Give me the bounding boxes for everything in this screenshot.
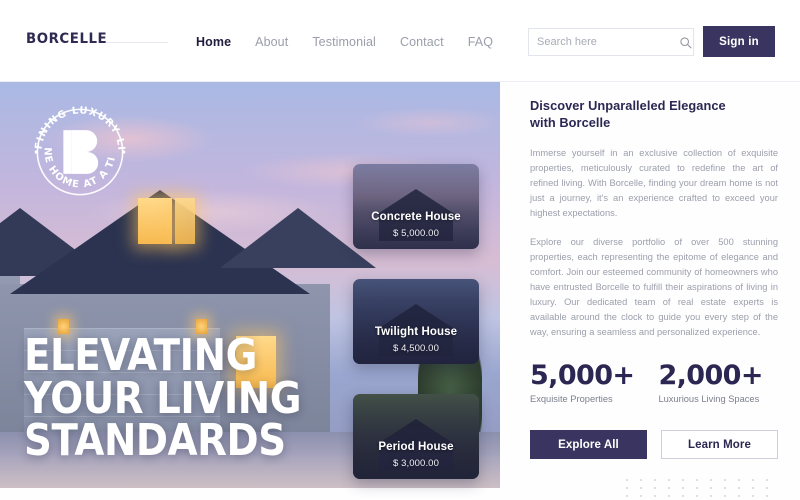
stat-label: Luxurious Living Spaces bbox=[658, 394, 760, 405]
hero-headline: ELEVATING YOUR LIVING STANDARDS bbox=[24, 330, 302, 466]
hero-badge: REDEFINING LUXURY LIVING ONE HOME AT A T… bbox=[28, 100, 132, 204]
stat-number: 5,000+ bbox=[530, 360, 635, 392]
property-card[interactable]: Twilight House $ 4,500.00 bbox=[353, 279, 479, 364]
search-input[interactable] bbox=[537, 36, 679, 48]
sign-in-button[interactable]: Sign in bbox=[703, 26, 775, 57]
badge-monogram bbox=[63, 130, 99, 174]
search-icon bbox=[680, 36, 692, 48]
nav-item-testimonial[interactable]: Testimonial bbox=[311, 33, 377, 51]
landing-page: BORCELLE Home About Testimonial Contact … bbox=[0, 0, 800, 500]
stats-row: 5,000+ Exquisite Properties 2,000+ Luxur… bbox=[530, 362, 778, 404]
property-price: $ 3,000.00 bbox=[393, 458, 439, 469]
site-header: BORCELLE Home About Testimonial Contact … bbox=[0, 0, 800, 82]
headline-line-3: STANDARDS bbox=[24, 414, 286, 466]
badge-stamp-icon: REDEFINING LUXURY LIVING ONE HOME AT A T… bbox=[28, 100, 125, 196]
nav-item-faq[interactable]: FAQ bbox=[467, 33, 494, 51]
main-nav: Home About Testimonial Contact FAQ bbox=[195, 33, 494, 51]
panel-paragraph-1: Immerse yourself in an exclusive collect… bbox=[530, 147, 778, 218]
nav-item-home[interactable]: Home bbox=[195, 33, 232, 51]
brand-logo[interactable]: BORCELLE bbox=[26, 31, 107, 47]
dot-grid-decoration bbox=[620, 476, 770, 500]
stat-exquisite-properties: 5,000+ Exquisite Properties bbox=[530, 360, 635, 405]
stat-number: 2,000+ bbox=[658, 360, 763, 392]
explore-all-button[interactable]: Explore All bbox=[530, 430, 647, 460]
search-box[interactable] bbox=[528, 28, 694, 56]
stat-label: Exquisite Properties bbox=[530, 394, 613, 405]
property-title: Twilight House bbox=[374, 326, 458, 338]
brand-divider bbox=[106, 42, 168, 43]
property-card-list: Concrete House $ 5,000.00 Twilight House… bbox=[353, 164, 479, 500]
learn-more-button[interactable]: Learn More bbox=[660, 430, 778, 460]
panel-heading-line-2: with Borcelle bbox=[530, 114, 611, 130]
headline-line-1: ELEVATING bbox=[24, 330, 257, 382]
property-price: $ 5,000.00 bbox=[393, 228, 439, 239]
stat-luxurious-living-spaces: 2,000+ Luxurious Living Spaces bbox=[658, 360, 763, 405]
nav-item-contact[interactable]: Contact bbox=[399, 33, 445, 51]
panel-heading-line-1: Discover Unparalleled Elegance bbox=[530, 98, 726, 113]
property-card[interactable]: Concrete House $ 5,000.00 bbox=[353, 164, 479, 249]
property-card[interactable]: Period House $ 3,000.00 bbox=[353, 394, 479, 479]
property-title: Period House bbox=[378, 441, 454, 453]
panel-heading: Discover Unparalleled Elegance with Borc… bbox=[530, 98, 778, 132]
cta-row: Explore All Learn More bbox=[530, 430, 778, 460]
panel-paragraph-2: Explore our diverse portfolio of over 50… bbox=[530, 237, 778, 338]
content-panel: Discover Unparalleled Elegance with Borc… bbox=[530, 98, 778, 460]
property-title: Concrete House bbox=[371, 211, 461, 223]
property-price: $ 4,500.00 bbox=[393, 343, 439, 354]
nav-item-about[interactable]: About bbox=[254, 33, 289, 51]
